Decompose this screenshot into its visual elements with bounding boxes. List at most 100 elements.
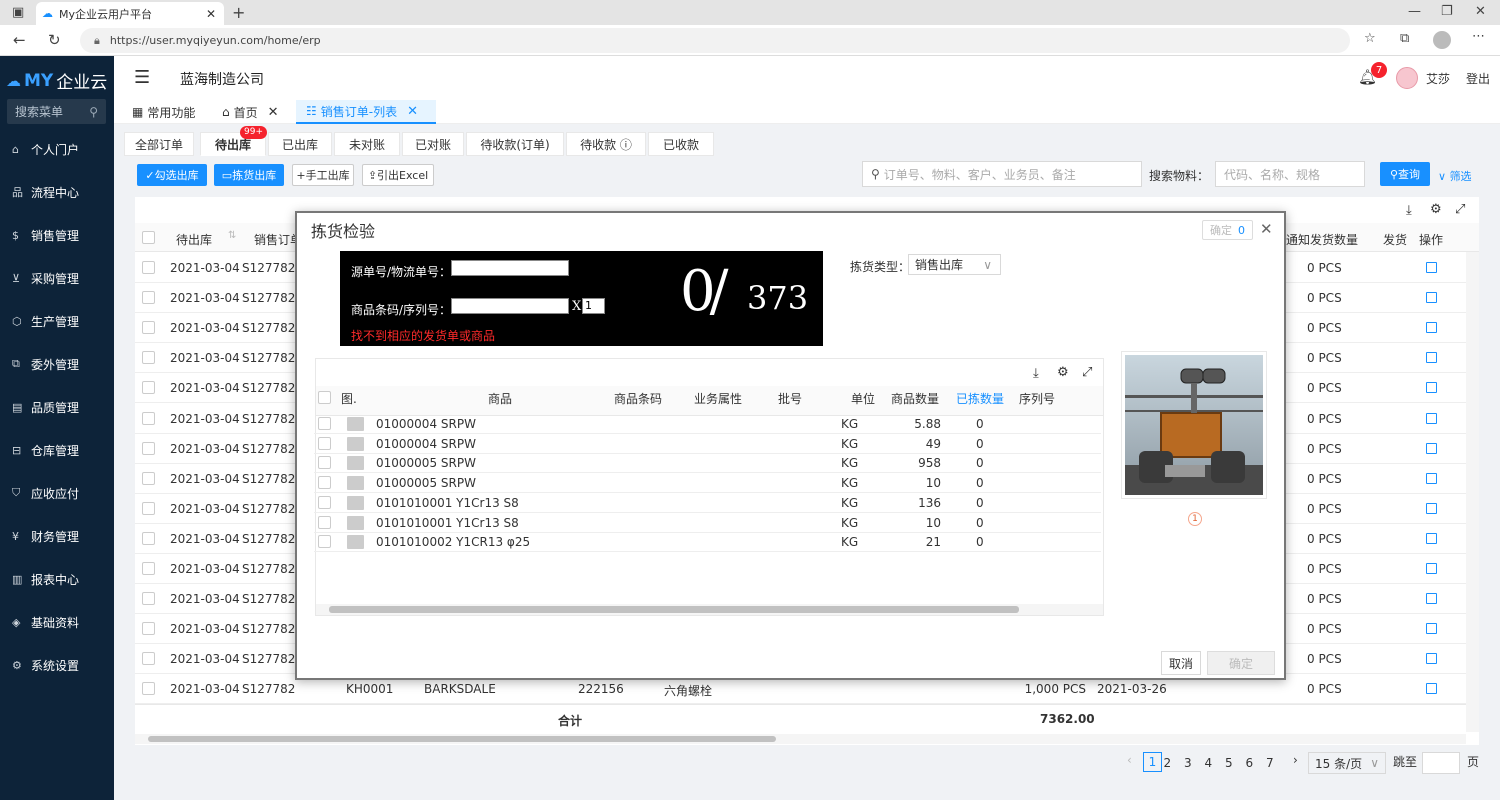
logout-link[interactable]: 登出 bbox=[1466, 70, 1490, 87]
next-page-icon[interactable]: › bbox=[1293, 753, 1298, 767]
sidebar-item[interactable]: ⊟ 仓库管理 bbox=[0, 435, 114, 465]
row-checkbox[interactable] bbox=[142, 471, 155, 485]
page-button[interactable]: 5 bbox=[1225, 756, 1233, 770]
select-all-checkbox[interactable] bbox=[142, 231, 155, 244]
row-checkbox[interactable] bbox=[142, 531, 155, 545]
sidebar-item[interactable]: ⚙ 系统设置 bbox=[0, 650, 114, 680]
restore-icon[interactable]: ❐ bbox=[1441, 4, 1453, 19]
pick-row-checkbox[interactable] bbox=[318, 456, 331, 470]
page-button[interactable]: 7 bbox=[1266, 756, 1274, 770]
subtab[interactable]: 待收款(订单) bbox=[466, 132, 564, 156]
tab-sales-order-list[interactable]: ☷ 销售订单-列表 ✕ bbox=[296, 100, 436, 124]
row-checkbox[interactable] bbox=[142, 321, 155, 335]
modal-close-icon[interactable]: ✕ bbox=[1260, 220, 1273, 238]
page-button[interactable]: 3 bbox=[1184, 756, 1192, 770]
row-checkbox[interactable] bbox=[142, 261, 155, 274]
subtab[interactable]: 已收款 bbox=[648, 132, 714, 156]
detail-icon[interactable] bbox=[1426, 292, 1437, 304]
detail-icon[interactable] bbox=[1426, 653, 1437, 665]
menu-collapse-icon[interactable]: ☰ bbox=[134, 67, 150, 88]
gear-icon[interactable]: ⚙ bbox=[1057, 365, 1069, 380]
modal-confirm-top-button[interactable]: 确定 0 bbox=[1202, 220, 1253, 240]
row-checkbox[interactable] bbox=[142, 411, 155, 425]
per-page-select[interactable]: 15 条/页 ∨ bbox=[1308, 752, 1386, 774]
detail-icon[interactable] bbox=[1426, 683, 1437, 695]
sidebar-item[interactable]: ¥ 财务管理 bbox=[0, 521, 114, 551]
profile-icon[interactable] bbox=[1433, 31, 1451, 49]
source-input[interactable] bbox=[451, 260, 569, 276]
sort-icon[interactable]: ⇅ bbox=[228, 230, 236, 241]
product-image-box[interactable] bbox=[1121, 351, 1267, 499]
pick-row-checkbox[interactable] bbox=[318, 417, 331, 430]
filter-link[interactable]: ∨ 筛选 bbox=[1438, 168, 1472, 184]
close-icon[interactable]: ✕ bbox=[407, 104, 418, 119]
sidebar-item[interactable]: ⊻ 采购管理 bbox=[0, 263, 114, 293]
multiplier-input[interactable]: 1 bbox=[582, 298, 605, 314]
favorites-icon[interactable]: ☆ bbox=[1364, 31, 1376, 46]
sidebar-item[interactable]: ▤ 品质管理 bbox=[0, 392, 114, 422]
close-window-icon[interactable]: ✕ bbox=[1475, 4, 1486, 19]
pick-out-button[interactable]: ▭ 拣货出库 bbox=[214, 164, 284, 186]
tab-home[interactable]: ⌂ 首页 ✕ bbox=[222, 100, 279, 124]
close-tab-icon[interactable]: ✕ bbox=[206, 7, 216, 21]
row-checkbox[interactable] bbox=[142, 351, 155, 365]
detail-icon[interactable] bbox=[1426, 382, 1437, 394]
subtab[interactable]: 待收款 ⓘ bbox=[566, 132, 646, 156]
row-checkbox[interactable] bbox=[142, 381, 155, 395]
export-excel-button[interactable]: ⇪ 引出Excel bbox=[362, 164, 434, 186]
row-checkbox[interactable] bbox=[142, 291, 155, 305]
sidebar-item[interactable]: $ 销售管理 bbox=[0, 220, 114, 250]
page-button[interactable]: 2 bbox=[1164, 756, 1172, 770]
pick-row-checkbox[interactable] bbox=[318, 495, 331, 509]
barcode-input[interactable] bbox=[451, 298, 569, 314]
detail-icon[interactable] bbox=[1426, 563, 1437, 574]
detail-icon[interactable] bbox=[1426, 472, 1437, 484]
menu-search-input[interactable]: 搜索菜单 ⚲ bbox=[7, 99, 106, 124]
detail-icon[interactable] bbox=[1426, 502, 1437, 514]
sidebar-item[interactable]: 品流程中心 bbox=[0, 177, 114, 207]
row-checkbox[interactable] bbox=[142, 562, 155, 575]
pick-select-all-checkbox[interactable] bbox=[318, 391, 331, 404]
detail-icon[interactable] bbox=[1426, 352, 1437, 364]
pick-table-row[interactable]: 0101010002 Y1CR13 φ25 KG 21 0 bbox=[314, 532, 1101, 553]
detail-icon[interactable] bbox=[1426, 442, 1437, 454]
sidebar-item[interactable]: ◈ 基础资料 bbox=[0, 607, 114, 637]
detail-icon[interactable] bbox=[1426, 262, 1437, 273]
hscroll-thumb[interactable] bbox=[148, 736, 776, 742]
refresh-icon[interactable]: ↻ bbox=[48, 31, 61, 49]
pick-row-checkbox[interactable] bbox=[318, 535, 331, 549]
select-out-button[interactable]: ✓ 勾选出库 bbox=[137, 164, 207, 186]
new-tab-icon[interactable]: + bbox=[232, 3, 245, 22]
order-search-input[interactable]: ⚲ 订单号、物料、客户、业务员、备注 bbox=[862, 161, 1142, 187]
close-icon[interactable]: ✕ bbox=[268, 105, 279, 120]
detail-icon[interactable] bbox=[1426, 623, 1437, 635]
row-checkbox[interactable] bbox=[142, 682, 155, 696]
url-box[interactable]: 🔒︎ https://user.myqiyeyun.com/home/erp bbox=[80, 28, 1350, 53]
collections-icon[interactable]: ⧉ bbox=[1400, 31, 1409, 46]
pick-table-row[interactable]: 01000005 SRPW KG 10 0 bbox=[314, 473, 1101, 494]
page-button[interactable]: 1 bbox=[1143, 752, 1162, 772]
sidebar-item[interactable]: ▥ 报表中心 bbox=[0, 564, 114, 594]
row-checkbox[interactable] bbox=[142, 592, 155, 606]
pick-table-row[interactable]: 01000005 SRPW KG 958 0 bbox=[314, 453, 1101, 474]
image-page-indicator[interactable]: 1 bbox=[1188, 512, 1202, 526]
detail-icon[interactable] bbox=[1426, 322, 1437, 334]
window-menu-icon[interactable]: ▣ bbox=[12, 5, 24, 20]
gear-icon[interactable]: ⚙ bbox=[1430, 202, 1442, 217]
download-icon[interactable]: ⤓ bbox=[1406, 203, 1412, 218]
page-button[interactable]: 4 bbox=[1205, 756, 1213, 770]
pick-grid-hscrollbar[interactable] bbox=[316, 604, 1103, 615]
row-checkbox[interactable] bbox=[142, 652, 155, 666]
sidebar-item[interactable]: ⬡ 生产管理 bbox=[0, 306, 114, 336]
fullscreen-icon[interactable]: ⤢ bbox=[1082, 365, 1092, 380]
avatar[interactable] bbox=[1396, 67, 1418, 89]
back-icon[interactable]: ← bbox=[13, 31, 26, 49]
cancel-button[interactable]: 取消 bbox=[1161, 651, 1201, 675]
fullscreen-icon[interactable]: ⤢ bbox=[1455, 202, 1465, 217]
query-button[interactable]: ⚲ 查询 bbox=[1380, 162, 1430, 186]
confirm-button[interactable]: 确定 bbox=[1207, 651, 1275, 675]
grid-vscrollbar[interactable] bbox=[1466, 252, 1479, 732]
tab-common[interactable]: ▦ 常用功能 bbox=[132, 100, 195, 124]
page-button[interactable]: 6 bbox=[1246, 756, 1254, 770]
download-icon[interactable]: ⤓ bbox=[1033, 366, 1039, 381]
